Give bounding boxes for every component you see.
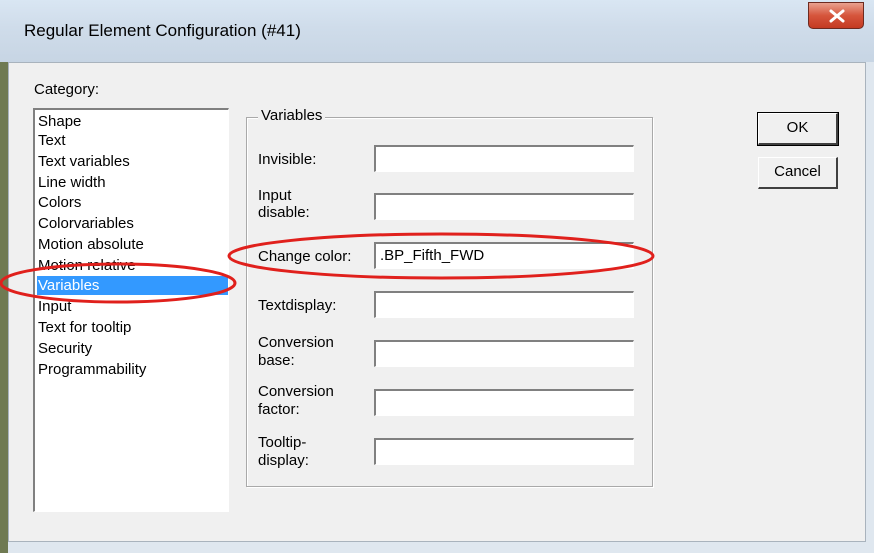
input-disable-label-line1: Input: [258, 187, 292, 204]
list-item[interactable]: Colors: [37, 193, 228, 212]
textdisplay-label: Textdisplay:: [258, 297, 337, 314]
conversion-factor-label-line1: Conversion: [258, 383, 334, 400]
conversion-factor-label-line2: factor:: [258, 401, 300, 418]
ok-button[interactable]: OK: [757, 112, 839, 146]
list-item[interactable]: Motion relative: [37, 256, 228, 275]
list-item[interactable]: Shape: [37, 112, 228, 131]
cancel-button[interactable]: Cancel: [758, 157, 838, 189]
conversion-base-field[interactable]: [374, 340, 634, 367]
conversion-base-label-line1: Conversion: [258, 334, 334, 351]
close-button[interactable]: [808, 2, 864, 29]
list-item[interactable]: Security: [37, 339, 228, 358]
list-item[interactable]: Motion absolute: [37, 235, 228, 254]
conversion-base-label-line2: base:: [258, 352, 295, 369]
list-item-selected[interactable]: Variables: [37, 276, 228, 295]
list-item[interactable]: Programmability: [37, 360, 228, 379]
list-item[interactable]: Line width: [37, 173, 228, 192]
input-disable-label-line2: disable:: [258, 204, 310, 221]
conversion-factor-field[interactable]: [374, 389, 634, 416]
window-title: Regular Element Configuration (#41): [24, 21, 301, 40]
tooltip-display-field[interactable]: [374, 438, 634, 465]
list-item[interactable]: Text: [37, 131, 228, 150]
change-color-field[interactable]: .BP_Fifth_FWD: [374, 242, 634, 269]
title-bar[interactable]: Regular Element Configuration (#41): [0, 0, 874, 62]
variables-group-title: Variables: [258, 107, 326, 124]
list-item[interactable]: Input: [37, 297, 228, 316]
background-edge: [0, 62, 8, 553]
list-item[interactable]: Colorvariables: [37, 214, 228, 233]
textdisplay-field[interactable]: [374, 291, 634, 318]
input-disable-field[interactable]: [374, 193, 634, 220]
invisible-field[interactable]: [374, 145, 634, 172]
category-label: Category:: [34, 81, 100, 98]
change-color-label: Change color:: [258, 248, 352, 265]
dialog-window: Regular Element Configuration (#41) Cate…: [0, 0, 874, 553]
category-listbox[interactable]: Shape Text Text variables Line width Col…: [33, 108, 229, 512]
list-item[interactable]: Text for tooltip: [37, 318, 228, 337]
list-item[interactable]: Text variables: [37, 152, 228, 171]
invisible-label: Invisible:: [258, 151, 317, 168]
tooltip-display-label-line1: Tooltip-: [258, 434, 307, 451]
tooltip-display-label-line2: display:: [258, 452, 309, 469]
